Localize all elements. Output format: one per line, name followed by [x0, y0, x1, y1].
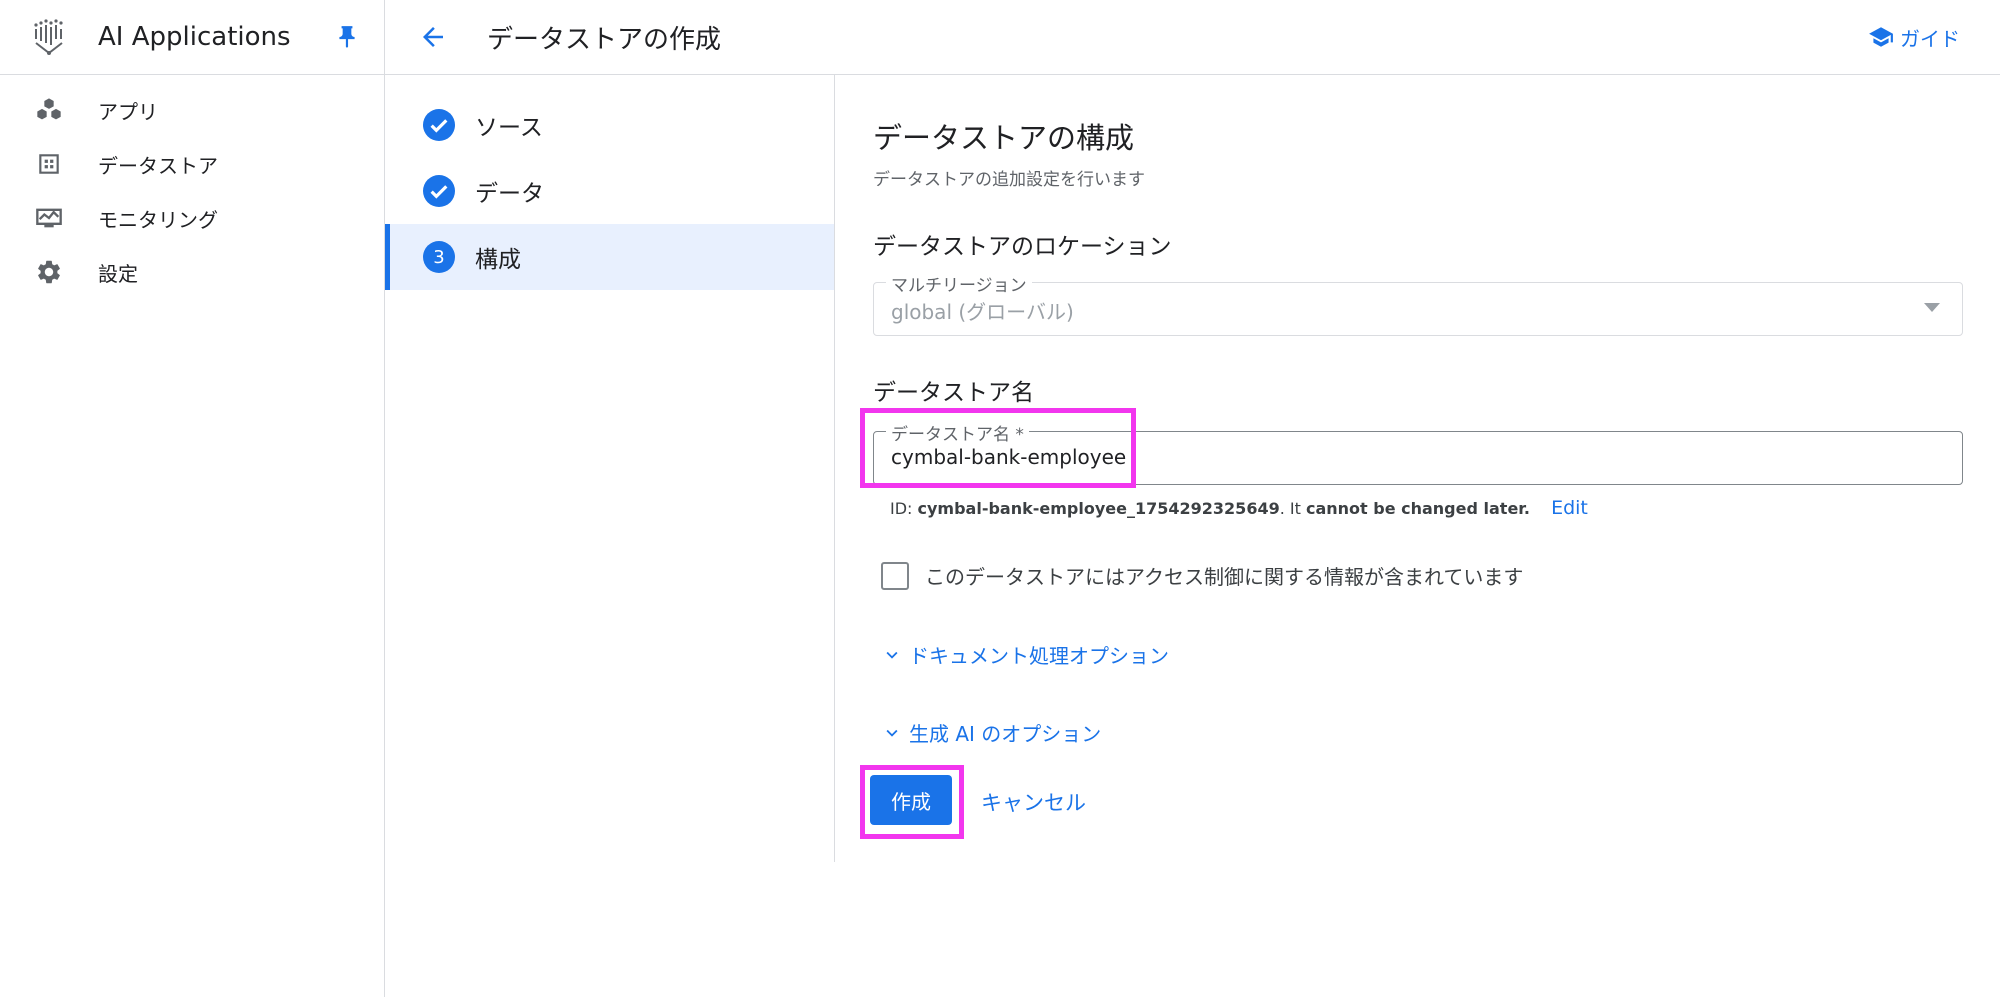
step-configuration[interactable]: 3 構成 [385, 224, 834, 290]
form-subtitle: データストアの追加設定を行います [873, 170, 1145, 190]
generative-ai-expander[interactable]: 生成 AI のオプション [881, 718, 1101, 747]
id-value: cymbal-bank-employee_1754292325649 [917, 499, 1280, 518]
app-title: AI Applications [98, 22, 291, 52]
form-heading: データストアの構成 [873, 121, 1135, 155]
top-bar: データストアの作成 ガイド [385, 0, 2000, 75]
highlight-box-create: 作成 [860, 765, 964, 839]
id-middle: . It [1279, 499, 1306, 518]
gear-icon [34, 257, 64, 287]
sidebar-item-label: アプリ [98, 99, 158, 124]
step-label: データ [475, 181, 544, 207]
ai-applications-logo-icon [34, 19, 63, 55]
step-label: 構成 [475, 247, 521, 273]
datastore-name-label: データストア名 * [886, 420, 1029, 445]
document-processing-expander[interactable]: ドキュメント処理オプション [881, 640, 1169, 669]
sidebar-header: AI Applications [0, 0, 384, 75]
id-info: ID: cymbal-bank-employee_1754292325649. … [890, 497, 1588, 519]
sidebar-item-label: 設定 [98, 261, 138, 286]
step-data[interactable]: データ [385, 158, 834, 224]
access-control-checkbox-row: このデータストアにはアクセス制御に関する情報が含まれています [881, 561, 1523, 590]
expander-label: 生成 AI のオプション [909, 722, 1102, 746]
apps-cubes-icon [34, 95, 64, 125]
stepper: ソース データ 3 構成 [385, 75, 835, 862]
check-circle-icon [423, 109, 455, 141]
guide-label: ガイド [1900, 26, 1960, 51]
chevron-down-icon [886, 651, 898, 659]
sidebar-item-settings[interactable]: 設定 [0, 245, 384, 299]
chevron-down-icon [886, 729, 898, 737]
create-button[interactable]: 作成 [870, 775, 952, 825]
sidebar: AI Applications アプリ データストア モニタリング 設定 [0, 0, 385, 997]
access-control-label: このデータストアにはアクセス制御に関する情報が含まれています [925, 565, 1524, 589]
step-number: 3 [423, 241, 455, 273]
sidebar-item-label: モニタリング [98, 207, 218, 232]
access-control-checkbox[interactable] [881, 561, 909, 590]
monitoring-icon [34, 203, 64, 233]
sidebar-item-monitoring[interactable]: モニタリング [0, 191, 384, 245]
school-cap-icon [1869, 27, 1893, 47]
region-value: global (グローバル) [891, 300, 1074, 324]
location-heading: データストアのロケーション [873, 234, 1172, 260]
page-title: データストアの作成 [487, 24, 722, 55]
sidebar-nav: アプリ データストア モニタリング 設定 [0, 75, 384, 299]
datastore-grid-icon [34, 149, 64, 179]
datastore-name-value: cymbal-bank-employee [891, 445, 1127, 469]
check-circle-icon [423, 175, 455, 207]
back-arrow-icon[interactable] [413, 17, 453, 57]
step-label: ソース [475, 115, 543, 141]
region-select[interactable]: マルチリージョン global (グローバル) [873, 271, 1963, 336]
edit-id-link[interactable]: Edit [1551, 497, 1588, 519]
id-note: cannot be changed later. [1305, 499, 1530, 518]
name-heading: データストア名 [873, 380, 1034, 406]
id-prefix: ID: [890, 499, 918, 518]
expander-label: ドキュメント処理オプション [909, 644, 1169, 668]
pin-icon[interactable] [334, 24, 360, 50]
sidebar-item-datastore[interactable]: データストア [0, 137, 384, 191]
step-source[interactable]: ソース [385, 92, 834, 158]
dropdown-caret-icon [1924, 303, 1940, 312]
sidebar-item-apps[interactable]: アプリ [0, 83, 384, 137]
cancel-button[interactable]: キャンセル [981, 787, 1086, 817]
datastore-name-input[interactable]: データストア名 * cymbal-bank-employee [873, 420, 1963, 485]
region-label: マルチリージョン [886, 271, 1032, 296]
guide-button[interactable]: ガイド [1868, 23, 1960, 52]
sidebar-item-label: データストア [98, 153, 218, 178]
